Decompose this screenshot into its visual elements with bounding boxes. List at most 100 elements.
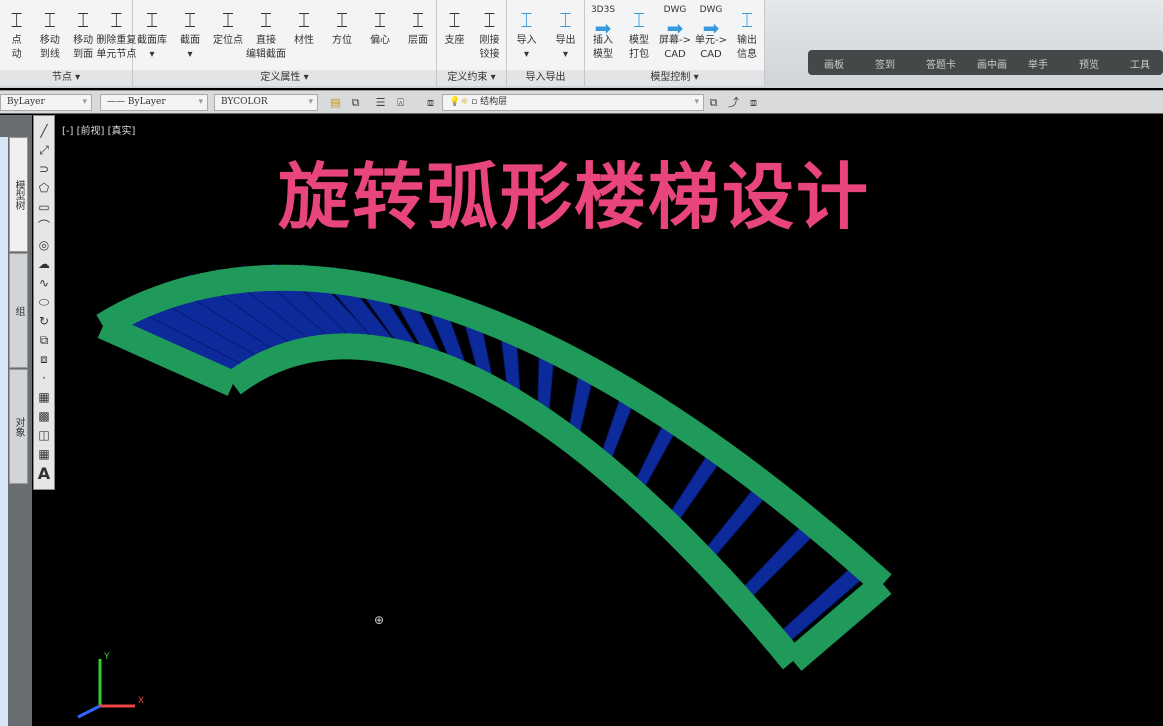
button-label-2: 打包	[629, 49, 649, 60]
overlay-tool-4[interactable]: 举手	[1028, 56, 1048, 71]
tool-icon: ⌶	[146, 8, 158, 32]
button-label-2: ▾	[523, 49, 530, 60]
overlay-tool-5[interactable]: 预览	[1079, 56, 1099, 71]
layer-icon[interactable]: ⧈	[423, 95, 438, 110]
layer-match-icon[interactable]: ⧈	[746, 95, 761, 110]
ribbon-button[interactable]: DWG ➡ 屏幕-> CAD	[655, 6, 695, 62]
linetype-dropdown[interactable]: —— ByLayer	[100, 94, 208, 111]
tool-icon: ⌶	[110, 8, 123, 32]
ribbon-button[interactable]: 3D3S ➡ 插入 模型	[583, 6, 623, 62]
ribbon-button[interactable]: ⌶ 模型 打包	[619, 6, 659, 62]
button-label: 移动	[73, 35, 94, 46]
button-label-2: 编辑截面	[246, 49, 286, 60]
polyline-icon[interactable]: ⊃	[34, 160, 54, 179]
ribbon-button[interactable]: ⌶ 材性	[284, 6, 324, 48]
rectangle-icon[interactable]: ▭	[34, 198, 54, 217]
make-block-icon[interactable]: ⧈	[34, 350, 54, 369]
circle-icon[interactable]: ◎	[34, 236, 54, 255]
side-tab-label: 模型树	[13, 179, 24, 210]
text-icon[interactable]: A	[34, 464, 54, 483]
ribbon-button[interactable]: ⌶ 刚接 铰接	[470, 6, 510, 62]
ribbon-group-title[interactable]: 定义约束 ▾	[437, 70, 506, 86]
layer-props-icon[interactable]: ▤	[328, 95, 343, 110]
ribbon-group-title[interactable]: 模型控制 ▾	[585, 70, 764, 86]
lineweight-dropdown[interactable]: BYCOLOR	[214, 94, 318, 111]
side-tab-2[interactable]: 对象	[9, 369, 28, 484]
button-label-2: ▾	[187, 49, 193, 60]
overlay-tool-2[interactable]: 答题卡	[926, 56, 956, 71]
tool-icon: DWG ➡	[655, 5, 695, 41]
ribbon-button[interactable]: ⌶ 导入 ▾	[507, 6, 547, 62]
overlay-tool-0[interactable]: 画板	[824, 56, 844, 71]
button-label: 刚接	[479, 35, 500, 46]
ellipse-icon[interactable]: ⬭	[34, 293, 54, 312]
layer-iso-icon[interactable]: ⍓	[393, 95, 408, 110]
ribbon-button[interactable]: ⌶ 输出 信息	[727, 6, 767, 62]
tool-icon: DWG ➡	[691, 5, 731, 41]
ribbon-panels: ⌶ 点动 ⌶ 移动 到线 ⌶ 移动 到面 ⌶ 删除重复 单元节点 节点 ▾ ⌶ 截面库 ▾ ⌶ 截面 ▾ ⌶ 定位点 ⌶…	[0, 0, 765, 86]
button-label: 材性	[294, 35, 314, 46]
layer-previous-icon[interactable]: ⤴	[726, 95, 741, 110]
side-tab-0[interactable]: 模型树	[9, 137, 28, 252]
ribbon-button[interactable]: ⌶ 层面	[398, 6, 438, 48]
stair-model	[96, 263, 892, 671]
overlay-tool-6[interactable]: 工具	[1130, 56, 1150, 71]
icon-tag: DWG	[663, 5, 687, 15]
ribbon-button[interactable]: ⌶ 偏心	[360, 6, 400, 48]
color-dropdown[interactable]: ByLayer	[0, 94, 92, 111]
ribbon-button[interactable]: ⌶ 支座	[435, 6, 475, 48]
polygon-icon[interactable]: ⬠	[34, 179, 54, 198]
spline-icon[interactable]: ∿	[34, 274, 54, 293]
match-layer-icon[interactable]: ☰	[373, 95, 388, 110]
line-icon[interactable]: ╱	[34, 122, 54, 141]
region-icon[interactable]: ◫	[34, 426, 54, 445]
construction-line-icon[interactable]: ⤢	[34, 141, 54, 160]
button-label-2: ▾	[149, 49, 155, 60]
make-current-icon[interactable]: ⧉	[706, 95, 721, 110]
gradient-icon[interactable]: ▩	[34, 407, 54, 426]
tool-icon: ⌶	[520, 8, 533, 32]
ribbon-button[interactable]: ⌶ 截面 ▾	[170, 6, 210, 62]
ribbon-button[interactable]: ⌶ 直接 编辑截面	[246, 6, 286, 62]
ribbon-button[interactable]: ⌶ 定位点	[208, 6, 248, 48]
properties-toolbar: ByLayer —— ByLayer BYCOLOR ▤ ⧉ ☰ ⍓ ⧈ 💡☼ …	[0, 90, 1163, 114]
icon-tag: DWG	[699, 5, 723, 15]
layer-state-icon[interactable]: ⧉	[348, 95, 363, 110]
table-icon[interactable]: ▦	[34, 445, 54, 464]
ribbon-group-title[interactable]: 定义属性 ▾	[133, 70, 436, 86]
button-label: 移动	[39, 35, 60, 46]
button-label: 支座	[444, 35, 465, 46]
button-label: 删除重复	[96, 35, 137, 46]
button-label-2: 信息	[737, 49, 757, 60]
ribbon-button[interactable]: DWG ➡ 单元-> CAD	[691, 6, 731, 62]
svg-text:Y: Y	[103, 652, 110, 662]
ribbon-group-0: ⌶ 点动 ⌶ 移动 到线 ⌶ 移动 到面 ⌶ 删除重复 单元节点 节点 ▾	[0, 0, 136, 86]
insert-block-icon[interactable]: ⧉	[34, 331, 54, 350]
ribbon-button[interactable]: ⌶ 截面库 ▾	[132, 6, 172, 62]
ellipse-arc-icon[interactable]: ↻	[34, 312, 54, 331]
ribbon-button[interactable]: ⌶ 删除重复 单元节点	[96, 6, 136, 62]
button-label-2: CAD	[664, 49, 686, 60]
ribbon-button[interactable]: ⌶ 方位	[322, 6, 362, 48]
button-label-2: 到线	[39, 49, 60, 60]
revcloud-icon[interactable]: ☁	[34, 255, 54, 274]
button-label: 层面	[408, 35, 428, 46]
arc-icon[interactable]: ⌒	[34, 217, 54, 236]
overlay-toolbar: 画板 签到 答题卡 画中画 举手 预览 工具	[808, 50, 1163, 75]
model-viewport[interactable]: [-] [前视] [真实] 旋转弧形楼梯设计 XY ⊕	[58, 116, 1163, 726]
button-label-2: 铰接	[479, 49, 500, 60]
ribbon-button[interactable]: ⌶ 导出 ▾	[546, 6, 586, 62]
point-icon[interactable]: ·	[34, 369, 54, 388]
ribbon-group-title[interactable]: 节点 ▾	[0, 70, 132, 86]
hatch-icon[interactable]: ▦	[34, 388, 54, 407]
tool-icon: ⌶	[374, 8, 386, 32]
color-value: ByLayer	[7, 97, 45, 107]
button-label: 截面	[180, 35, 200, 46]
ribbon-group-title[interactable]: 导入导出	[507, 70, 584, 86]
tool-icon: ⌶	[633, 8, 645, 32]
layer-dropdown[interactable]: 💡☼ ▫ 结构层	[442, 94, 704, 111]
overlay-tool-3[interactable]: 画中画	[977, 56, 1007, 71]
tool-icon: ⌶	[412, 8, 424, 32]
side-tab-1[interactable]: 组	[9, 253, 28, 368]
overlay-tool-1[interactable]: 签到	[875, 56, 895, 71]
